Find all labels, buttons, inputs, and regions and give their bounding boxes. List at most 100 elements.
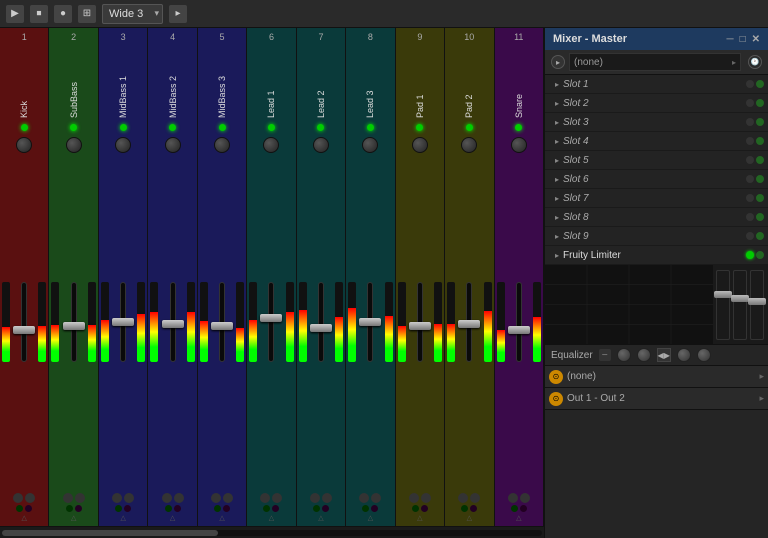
- close-button[interactable]: ✕: [752, 34, 760, 45]
- fx-slot-2[interactable]: ▸ Slot 2: [545, 94, 768, 113]
- channel-led-8[interactable]: [367, 124, 374, 131]
- fx-slot-green-7[interactable]: [756, 194, 764, 202]
- btn-led2-2[interactable]: [75, 505, 82, 512]
- pan-knob-4[interactable]: [165, 137, 181, 153]
- btn-mute-1[interactable]: [25, 493, 35, 503]
- scrollbar-track[interactable]: [2, 530, 542, 536]
- btn-solo-4[interactable]: [162, 493, 172, 503]
- eq-fader-handle-2[interactable]: [731, 295, 749, 302]
- btn-green-10[interactable]: [461, 505, 468, 512]
- fx-slot-6[interactable]: ▸ Slot 6: [545, 170, 768, 189]
- fx-slot-5[interactable]: ▸ Slot 5: [545, 151, 768, 170]
- mixer-scrollbar[interactable]: [0, 526, 544, 538]
- fx-slot-10[interactable]: ▸ Fruity Limiter: [545, 246, 768, 265]
- btn-led2-4[interactable]: [174, 505, 181, 512]
- fx-slot-green-5[interactable]: [756, 156, 764, 164]
- pan-knob-10[interactable]: [461, 137, 477, 153]
- fx-slot-led-9[interactable]: [746, 232, 754, 240]
- fx-slot-9[interactable]: ▸ Slot 9: [545, 227, 768, 246]
- fx-slot-led-4[interactable]: [746, 137, 754, 145]
- btn-led2-9[interactable]: [421, 505, 428, 512]
- channel-led-1[interactable]: [21, 124, 28, 131]
- btn-led2-10[interactable]: [470, 505, 477, 512]
- btn-green-1[interactable]: [16, 505, 23, 512]
- channel-led-6[interactable]: [268, 124, 275, 131]
- channel-route-2[interactable]: △: [71, 514, 76, 522]
- toolbar-icon-arrow[interactable]: ▸: [169, 5, 187, 23]
- channel-route-6[interactable]: △: [269, 514, 274, 522]
- fx-slot-green-1[interactable]: [756, 80, 764, 88]
- fx-slot-8[interactable]: ▸ Slot 8: [545, 208, 768, 227]
- eq-fader-handle-1[interactable]: [714, 291, 732, 298]
- channel-led-2[interactable]: [70, 124, 77, 131]
- fx-slot-7[interactable]: ▸ Slot 7: [545, 189, 768, 208]
- channel-route-9[interactable]: △: [417, 514, 422, 522]
- channel-route-5[interactable]: △: [219, 514, 224, 522]
- fx-slot-led-1[interactable]: [746, 80, 754, 88]
- btn-mute-11[interactable]: [520, 493, 530, 503]
- btn-green-11[interactable]: [511, 505, 518, 512]
- eq-fader-2[interactable]: [733, 270, 747, 340]
- fx-slot-green-8[interactable]: [756, 213, 764, 221]
- fx-slot-led-6[interactable]: [746, 175, 754, 183]
- eq-btn-1[interactable]: ─: [599, 349, 611, 361]
- btn-green-8[interactable]: [362, 505, 369, 512]
- pan-knob-1[interactable]: [16, 137, 32, 153]
- btn-led2-7[interactable]: [322, 505, 329, 512]
- fader-handle-9[interactable]: [409, 322, 431, 330]
- btn-solo-8[interactable]: [359, 493, 369, 503]
- btn-led2-3[interactable]: [124, 505, 131, 512]
- channel-route-7[interactable]: △: [318, 514, 323, 522]
- btn-solo-11[interactable]: [508, 493, 518, 503]
- fx-slot-led-10[interactable]: [746, 251, 754, 259]
- fx-slot-green-3[interactable]: [756, 118, 764, 126]
- channel-led-4[interactable]: [169, 124, 176, 131]
- btn-solo-7[interactable]: [310, 493, 320, 503]
- btn-led2-11[interactable]: [520, 505, 527, 512]
- fader-handle-4[interactable]: [162, 320, 184, 328]
- btn-green-3[interactable]: [115, 505, 122, 512]
- btn-solo-5[interactable]: [211, 493, 221, 503]
- toolbar-icon-1[interactable]: ▶: [6, 5, 24, 23]
- btn-mute-4[interactable]: [174, 493, 184, 503]
- fader-handle-7[interactable]: [310, 324, 332, 332]
- btn-mute-9[interactable]: [421, 493, 431, 503]
- fader-handle-6[interactable]: [260, 314, 282, 322]
- channel-route-1[interactable]: △: [22, 514, 27, 522]
- fx-slot-led-3[interactable]: [746, 118, 754, 126]
- fx-slot-led-7[interactable]: [746, 194, 754, 202]
- fx-slot-green-2[interactable]: [756, 99, 764, 107]
- fader-handle-3[interactable]: [112, 318, 134, 326]
- eq-knob-2[interactable]: [637, 348, 651, 362]
- pan-knob-6[interactable]: [263, 137, 279, 153]
- eq-fader-3[interactable]: [750, 270, 764, 340]
- pan-knob-2[interactable]: [66, 137, 82, 153]
- fx-slot-led-8[interactable]: [746, 213, 754, 221]
- fx-none-select[interactable]: (none) ▸: [569, 53, 741, 71]
- scrollbar-thumb[interactable]: [2, 530, 218, 536]
- btn-green-2[interactable]: [66, 505, 73, 512]
- fx-slot-led-5[interactable]: [746, 156, 754, 164]
- channel-led-5[interactable]: [219, 124, 226, 131]
- channel-led-3[interactable]: [120, 124, 127, 131]
- btn-led2-5[interactable]: [223, 505, 230, 512]
- pan-knob-7[interactable]: [313, 137, 329, 153]
- routing-row-send[interactable]: ⊙ (none) ▸: [545, 366, 768, 388]
- pan-knob-8[interactable]: [362, 137, 378, 153]
- btn-solo-2[interactable]: [63, 493, 73, 503]
- btn-led2-8[interactable]: [371, 505, 378, 512]
- btn-mute-3[interactable]: [124, 493, 134, 503]
- btn-mute-7[interactable]: [322, 493, 332, 503]
- fader-handle-8[interactable]: [359, 318, 381, 326]
- channel-route-8[interactable]: △: [368, 514, 373, 522]
- channel-led-11[interactable]: [515, 124, 522, 131]
- fx-slot-green-6[interactable]: [756, 175, 764, 183]
- eq-btn-2[interactable]: ◀▶: [657, 348, 671, 362]
- toolbar-icon-4[interactable]: ⊞: [78, 5, 96, 23]
- btn-mute-5[interactable]: [223, 493, 233, 503]
- btn-mute-2[interactable]: [75, 493, 85, 503]
- eq-fader-handle-3[interactable]: [748, 298, 766, 305]
- channel-route-4[interactable]: △: [170, 514, 175, 522]
- btn-solo-6[interactable]: [260, 493, 270, 503]
- toolbar-icon-3[interactable]: ●: [54, 5, 72, 23]
